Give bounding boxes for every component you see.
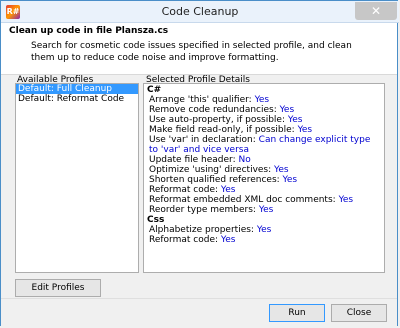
detail-value: Yes — [279, 105, 295, 115]
profile-item[interactable]: Default: Reformat Code — [16, 94, 138, 104]
header-title: Clean up code in file Plansza.cs — [9, 26, 169, 36]
detail-value: Yes — [220, 185, 236, 195]
detail-label: Use auto-property, if possible: — [149, 115, 286, 125]
detail-label: Optimize 'using' directives: — [149, 165, 272, 175]
detail-label: Arrange 'this' qualifier: — [149, 95, 252, 105]
detail-value: Yes — [287, 115, 303, 125]
detail-row: Use 'var' in declaration: Can change exp… — [147, 135, 381, 155]
close-button[interactable]: Close — [331, 304, 387, 322]
detail-label: Use 'var' in declaration: — [149, 135, 256, 145]
detail-row: Alphabetize properties: Yes — [147, 225, 381, 235]
detail-label: Reformat code: — [149, 235, 219, 245]
detail-label: Reformat embedded XML doc comments: — [149, 195, 336, 205]
detail-group-title: Css — [147, 215, 165, 225]
profile-details-panel: C# Arrange 'this' qualifier: Yes Remove co… — [143, 83, 385, 273]
window-title: Code Cleanup — [161, 5, 239, 18]
detail-value: Yes — [274, 165, 289, 175]
detail-value: Yes — [282, 175, 298, 185]
profile-item[interactable]: Default: Full Cleanup — [16, 84, 138, 94]
detail-label: Alphabetize properties: — [149, 225, 254, 235]
profiles-list[interactable]: Default: Full Cleanup Default: Reformat C… — [15, 83, 139, 273]
run-button[interactable]: Run — [269, 304, 325, 322]
header-description: Search for cosmetic code issues specifie… — [31, 41, 352, 63]
detail-value: Yes — [220, 235, 236, 245]
title-bar: R# Code Cleanup ✕ — [1, 1, 399, 23]
detail-label: Make field read-only, if possible: — [149, 125, 295, 135]
detail-label: Reorder type members: — [149, 205, 256, 215]
detail-row: Shorten qualified references: Yes — [147, 175, 381, 185]
dialog-header: Clean up code in file Plansza.cs Search … — [1, 23, 397, 75]
detail-row: Reformat embedded XML doc comments: Yes — [147, 195, 381, 205]
detail-row: Reorder type members: Yes — [147, 205, 381, 215]
dialog-footer: Run Close — [1, 298, 397, 327]
detail-row: Remove code redundancies: Yes — [147, 105, 381, 115]
detail-label: Shorten qualified references: — [149, 175, 280, 185]
detail-label: Reformat code: — [149, 185, 219, 195]
detail-label: Remove code redundancies: — [149, 105, 277, 115]
detail-value: Yes — [256, 225, 272, 235]
detail-value: No — [238, 155, 251, 165]
close-window-button[interactable]: ✕ — [355, 2, 397, 20]
detail-row: Optimize 'using' directives: Yes — [147, 165, 381, 175]
detail-value: Yes — [338, 195, 354, 205]
detail-group-title: C# — [147, 85, 162, 95]
edit-profiles-button[interactable]: Edit Profiles — [15, 279, 101, 297]
detail-value: Yes — [297, 125, 313, 135]
detail-row: Use auto-property, if possible: Yes — [147, 115, 381, 125]
detail-row: Arrange 'this' qualifier: Yes — [147, 95, 381, 105]
detail-value: Yes — [258, 205, 274, 215]
detail-row: Reformat code: Yes — [147, 235, 381, 245]
detail-row: Reformat code: Yes — [147, 185, 381, 195]
detail-value: Yes — [254, 95, 270, 105]
detail-row: Make field read-only, if possible: Yes — [147, 125, 381, 135]
detail-row: Update file header: No — [147, 155, 381, 165]
detail-label: Update file header: — [149, 155, 236, 165]
code-cleanup-dialog: R# Code Cleanup ✕ Clean up code in file … — [0, 0, 399, 327]
